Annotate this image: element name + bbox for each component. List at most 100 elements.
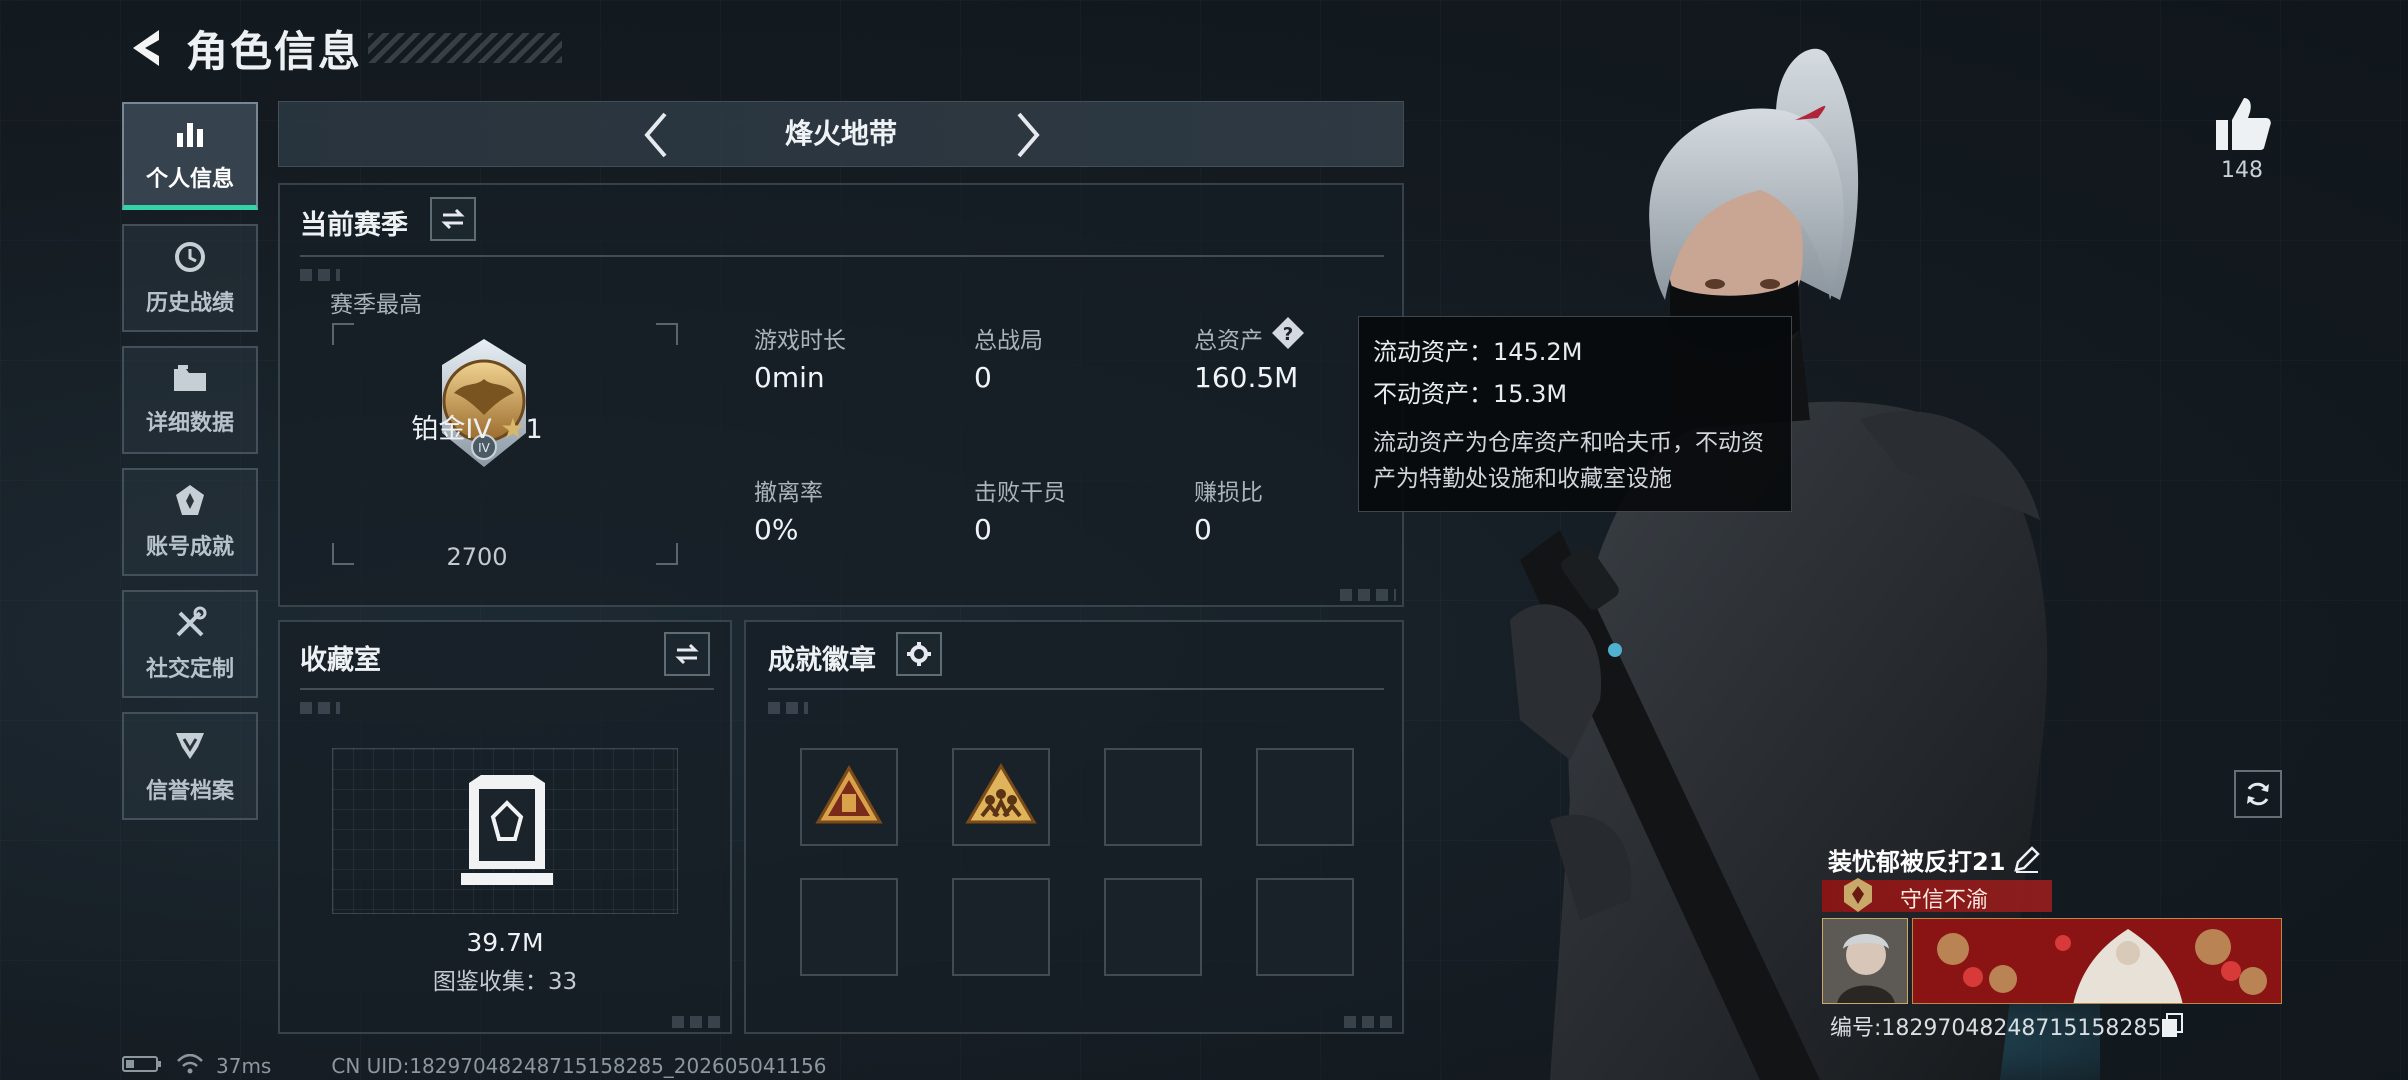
stat-label: 游戏时长 xyxy=(754,328,846,354)
stat-label: 总资产 xyxy=(1194,328,1263,354)
stat-value: 0 xyxy=(974,361,992,394)
badges-settings-button[interactable] xyxy=(896,632,942,676)
team-triangle-badge-icon xyxy=(965,763,1037,824)
sidebar-item-label: 社交定制 xyxy=(145,657,234,682)
stat-value: 0 xyxy=(1194,513,1212,546)
back-button[interactable] xyxy=(120,20,170,76)
season-title: 当前赛季 xyxy=(300,210,408,241)
svg-text:?: ? xyxy=(1283,324,1293,345)
divider xyxy=(300,688,714,690)
mode-next-button[interactable] xyxy=(1003,110,1053,160)
decoration xyxy=(300,269,340,281)
divider xyxy=(300,255,1384,257)
copy-icon[interactable] xyxy=(2160,1012,2184,1038)
badge-slot-empty[interactable] xyxy=(952,878,1050,976)
ping-value: 37ms xyxy=(216,1054,272,1078)
badges-panel: 成就徽章 xyxy=(744,620,1404,1034)
collection-title: 收藏室 xyxy=(300,645,381,676)
warning-triangle-badge-icon xyxy=(815,764,883,824)
bar-chart-icon xyxy=(173,117,207,151)
divider xyxy=(768,688,1384,690)
sidebar-item-social[interactable]: 社交定制 xyxy=(122,590,258,698)
badge-slot-empty[interactable] xyxy=(1104,878,1202,976)
honor-title: 守信不渝 xyxy=(1900,888,1989,913)
mode-title: 烽火地带 xyxy=(784,117,897,150)
badge-slot-empty[interactable] xyxy=(800,878,898,976)
header: 角色信息 xyxy=(120,20,563,76)
rank-emblem: IV xyxy=(426,335,542,475)
badge-slot-empty[interactable] xyxy=(1256,748,1354,846)
page-title: 角色信息 xyxy=(186,26,363,76)
rank-score: 2700 xyxy=(446,543,508,571)
tooltip-description: 流动资产为仓库资产和哈夫币，不动资产为特勤处设施和收藏室设施 xyxy=(1373,430,1764,492)
like-button[interactable] xyxy=(2210,92,2274,156)
badge-slot-empty[interactable] xyxy=(1104,748,1202,846)
sidebar-item-achievements[interactable]: 账号成就 xyxy=(122,468,258,576)
season-panel: 当前赛季 赛季最高 IV 铂金IV ★1 2700 游戏时长 0min 总战局 … xyxy=(278,183,1404,607)
swap-icon xyxy=(441,208,465,230)
mode-selector: 烽火地带 xyxy=(278,101,1404,167)
rank-name-row: 铂金IV ★1 xyxy=(280,407,674,446)
sidebar-item-label: 历史战绩 xyxy=(145,291,234,316)
tools-icon xyxy=(172,605,208,641)
decoration xyxy=(300,702,340,714)
collection-value: 39.7M xyxy=(466,928,544,957)
achievement-icon xyxy=(172,483,208,519)
stat-label: 撤离率 xyxy=(754,480,823,506)
frame-corner xyxy=(656,323,678,345)
like-count: 148 xyxy=(2221,158,2263,183)
decoration xyxy=(1340,589,1396,601)
display-case-icon xyxy=(461,775,553,885)
player-id: 编号:182970482487151582​85 xyxy=(1830,1016,2162,1041)
stat-value: 0 xyxy=(974,513,992,546)
badges-title: 成就徽章 xyxy=(768,645,876,676)
wifi-icon xyxy=(176,1053,204,1079)
assets-tooltip: 流动资产：145.2M 不动资产：15.3M 流动资产为仓库资产和哈夫币，不动资… xyxy=(1358,316,1792,512)
star-icon: ★ xyxy=(500,412,526,445)
collection-panel: 收藏室 39.7M 图鉴收集：33 xyxy=(278,620,732,1034)
gear-icon xyxy=(907,642,931,666)
honor-emblem-icon xyxy=(1840,876,1876,914)
tooltip-fixed-assets: 不动资产：15.3M xyxy=(1373,380,1568,408)
name-card-banner[interactable] xyxy=(1912,918,2282,1004)
collection-swap-button[interactable] xyxy=(664,632,710,676)
frame-corner xyxy=(332,323,354,345)
stat-label: 赚损比 xyxy=(1194,480,1263,506)
stat-value: 0min xyxy=(754,361,825,394)
stat-label: 击败干员 xyxy=(974,480,1066,506)
sidebar-item-label: 个人信息 xyxy=(145,166,234,192)
edit-name-icon[interactable] xyxy=(2012,844,2042,874)
tooltip-liquid-assets: 流动资产：145.2M xyxy=(1373,338,1583,366)
badge-slot-empty[interactable] xyxy=(1256,878,1354,976)
refresh-icon xyxy=(2247,782,2269,806)
folder-icon xyxy=(172,363,208,395)
status-bar: 37ms CN UID:182970482487151582​85_202605… xyxy=(122,1053,827,1079)
season-best-label: 赛季最高 xyxy=(330,292,422,318)
collection-preview[interactable] xyxy=(332,748,678,914)
uid-text: CN UID:182970482487151582​85_20260504115… xyxy=(331,1054,827,1078)
sidebar-item-history[interactable]: 历史战绩 xyxy=(122,224,258,332)
chevron-right-icon xyxy=(1017,112,1040,158)
decoration xyxy=(768,702,808,714)
player-name: 装忧郁被反打21 xyxy=(1828,848,2006,876)
refresh-button[interactable] xyxy=(2234,770,2282,818)
rank-name: 铂金IV xyxy=(411,414,492,445)
catalog-count: 图鉴收集：33 xyxy=(432,969,578,995)
badge-slot[interactable] xyxy=(952,748,1050,846)
avatar[interactable] xyxy=(1822,918,1908,1004)
sidebar-item-label: 信誉档案 xyxy=(145,779,234,804)
title-decoration xyxy=(368,33,563,63)
credit-icon xyxy=(172,727,208,763)
rank-stars: 1 xyxy=(525,414,543,445)
season-swap-button[interactable] xyxy=(430,197,476,241)
help-icon[interactable]: ? xyxy=(1270,315,1306,351)
sidebar-item-label: 账号成就 xyxy=(145,535,234,560)
badge-slot[interactable] xyxy=(800,748,898,846)
stat-value: 160.5M xyxy=(1194,361,1299,394)
stat-label: 总战局 xyxy=(974,328,1043,354)
sidebar-item-details[interactable]: 详细数据 xyxy=(122,346,258,454)
sidebar-item-personal-info[interactable]: 个人信息 xyxy=(122,102,258,210)
sidebar-item-credit[interactable]: 信誉档案 xyxy=(122,712,258,820)
battery-icon xyxy=(122,1054,162,1078)
decoration xyxy=(672,1016,724,1028)
